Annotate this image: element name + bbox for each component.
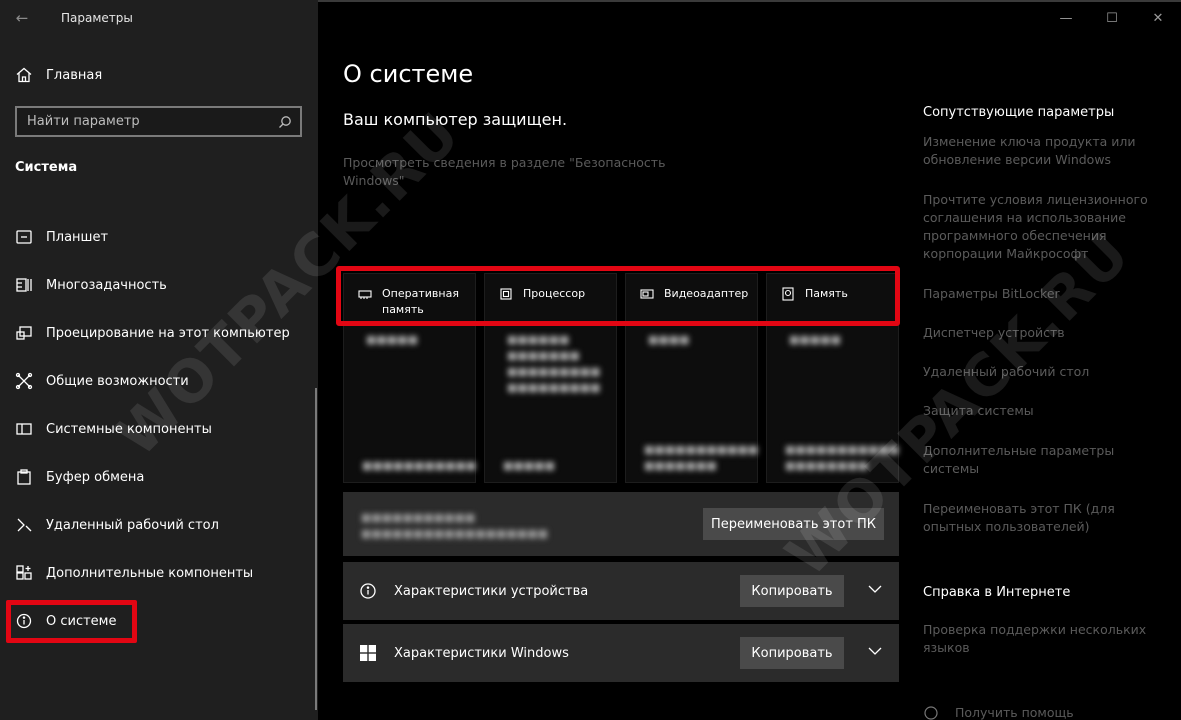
minimize-icon: — xyxy=(1059,10,1073,26)
search-box[interactable] xyxy=(15,106,302,137)
system-components-icon xyxy=(15,420,33,438)
sidebar-item-label: Дополнительные компоненты xyxy=(46,565,254,581)
blurred-value: ■■■■■■ ■■■■■■■ ■■■■■■■■■ ■■■■■■■■■ xyxy=(507,333,601,394)
sidebar-item-optional-features[interactable]: Дополнительные компоненты xyxy=(0,549,318,597)
blurred-value: ■■■■■ xyxy=(503,459,555,472)
projecting-icon xyxy=(15,324,33,342)
windows-specs-label: Характеристики Windows xyxy=(394,645,569,661)
search-icon[interactable] xyxy=(270,108,300,135)
close-icon: ✕ xyxy=(1152,10,1164,26)
blurred-value: ■■■■ xyxy=(648,333,690,346)
blurred-value: ■■■■■ xyxy=(789,333,841,346)
window-controls: — ☐ ✕ xyxy=(1043,0,1181,36)
blurred-device-name: ■■■■■■■■■■■ ■■■■■■■■■■■■■■■■■■ xyxy=(361,511,549,540)
link-language-support[interactable]: Проверка поддержки нескольких языков xyxy=(923,621,1153,657)
sidebar: ← Параметры Главная Система Планшет Мног… xyxy=(0,0,318,720)
highlight-box-specs xyxy=(336,266,900,326)
maximize-button[interactable]: ☐ xyxy=(1089,0,1135,36)
search-input[interactable] xyxy=(27,114,270,129)
link-rename-advanced[interactable]: Переименовать этот ПК (для опытных польз… xyxy=(923,500,1153,536)
page-title: О системе xyxy=(343,60,474,88)
get-help-link[interactable]: Получить помощь xyxy=(923,704,1153,720)
remote-desktop-icon xyxy=(15,516,33,534)
protection-status: Ваш компьютер защищен. xyxy=(343,110,568,129)
chevron-down-icon[interactable] xyxy=(867,581,883,597)
shared-experiences-icon xyxy=(15,372,33,390)
sidebar-item-remote-desktop[interactable]: Удаленный рабочий стол xyxy=(0,501,318,549)
blurred-value: ■■■■■ xyxy=(366,333,418,346)
blurred-value: ■■■■■■■■■■■ xyxy=(362,459,477,472)
chevron-down-icon[interactable] xyxy=(867,643,883,659)
windows-specs-card[interactable]: Характеристики Windows Копировать xyxy=(343,624,899,682)
sidebar-item-label: Удаленный рабочий стол xyxy=(46,517,219,533)
sidebar-item-label: Многозадачность xyxy=(46,277,167,293)
optional-features-icon xyxy=(15,564,33,582)
sidebar-item-label: Буфер обмена xyxy=(46,469,145,485)
nav-home-label: Главная xyxy=(46,67,103,83)
close-button[interactable]: ✕ xyxy=(1135,0,1181,36)
related-title: Сопутствующие параметры xyxy=(923,105,1115,120)
clipboard-icon xyxy=(15,468,33,486)
get-help-label: Получить помощь xyxy=(955,705,1074,720)
maximize-icon: ☐ xyxy=(1106,10,1118,26)
sidebar-item-label: Планшет xyxy=(46,229,109,245)
device-specs-label: Характеристики устройства xyxy=(394,583,589,599)
copy-windows-specs-button[interactable]: Копировать xyxy=(740,637,844,669)
highlight-box-about xyxy=(6,600,137,643)
windows-logo-icon xyxy=(359,644,377,662)
home-icon xyxy=(16,67,32,83)
minimize-button[interactable]: — xyxy=(1043,0,1089,36)
info-icon xyxy=(359,582,377,600)
back-button[interactable]: ← xyxy=(0,0,44,36)
back-arrow-icon: ← xyxy=(15,9,29,27)
multitasking-icon xyxy=(15,276,33,294)
link-product-key[interactable]: Изменение ключа продукта или обновление … xyxy=(923,133,1153,169)
app-title: Параметры xyxy=(61,11,133,25)
nav-home[interactable]: Главная xyxy=(15,64,102,86)
help-chat-icon xyxy=(924,706,938,720)
sidebar-scrollbar[interactable] xyxy=(315,388,317,710)
title-bar: ← Параметры xyxy=(0,0,318,36)
tablet-icon xyxy=(15,228,33,246)
blurred-value: ■■■■■■■■■■■ ■■■■■■■ xyxy=(644,443,759,472)
section-title: Система xyxy=(15,160,78,175)
help-title: Справка в Интернете xyxy=(923,585,1071,600)
